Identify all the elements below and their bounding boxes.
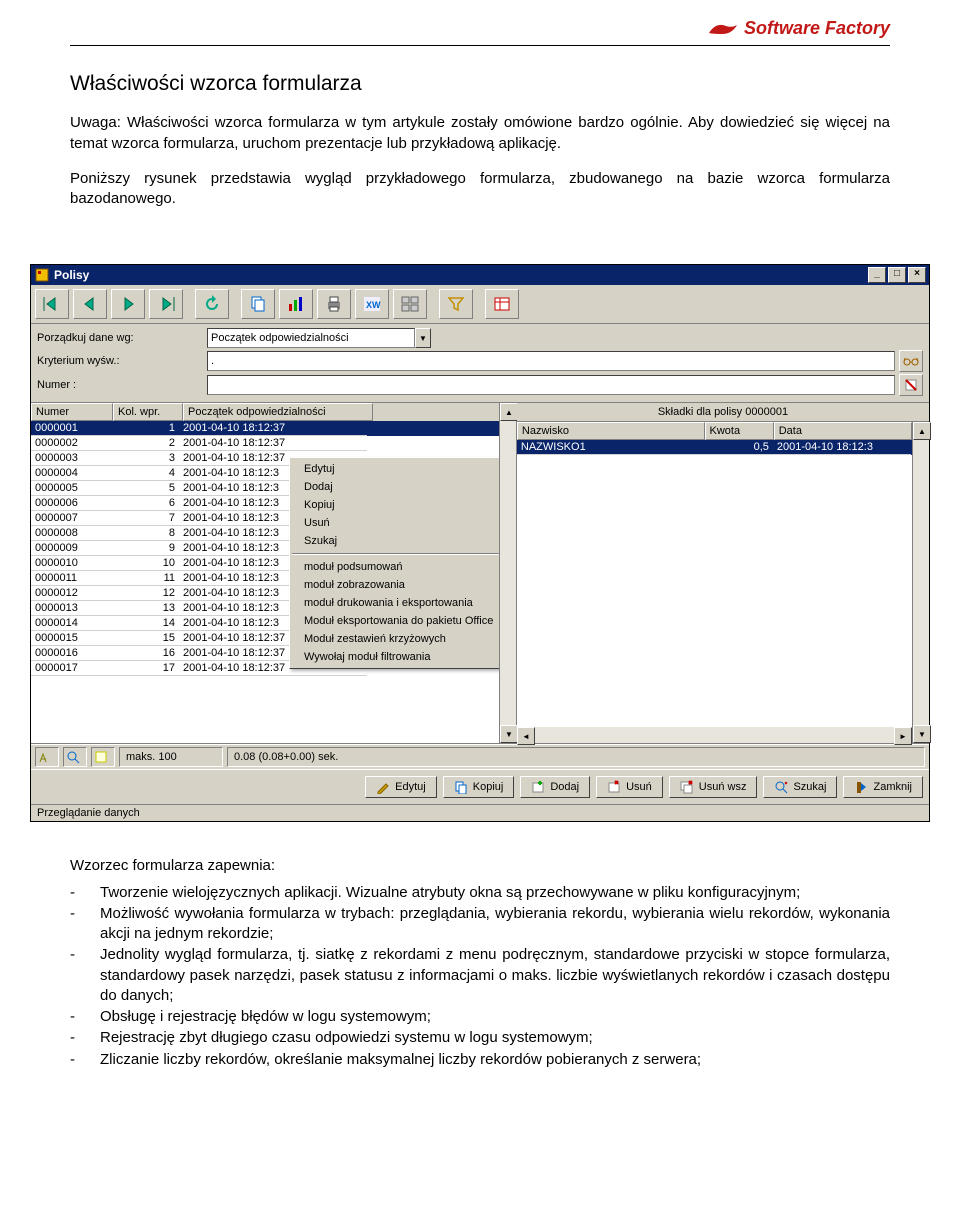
menu-item[interactable]: Szukaj bbox=[290, 532, 499, 550]
action-bar: Edytuj KopiujDodaj Usuń Usuń wszSzukaj Zamkn… bbox=[31, 769, 929, 804]
page-header: Software Factory bbox=[0, 0, 960, 43]
brand-text: Software Factory bbox=[744, 18, 890, 39]
footer-status: Przeglądanie danych bbox=[31, 804, 929, 821]
table-row[interactable]: 000000112001-04-10 18:12:37 bbox=[31, 421, 499, 436]
right-scroll-vertical[interactable]: ▲▼ bbox=[912, 422, 929, 743]
sort-dropdown-icon[interactable]: ▼ bbox=[415, 328, 431, 348]
nav-prev-button[interactable] bbox=[73, 289, 107, 319]
menu-item[interactable]: Wywołaj moduł filtrowania bbox=[290, 648, 499, 666]
status-maks: maks. 100 bbox=[119, 747, 223, 767]
refresh-button[interactable] bbox=[195, 289, 229, 319]
action-dodaj[interactable]: Dodaj bbox=[520, 776, 590, 798]
action-edytuj[interactable]: Edytuj bbox=[365, 776, 437, 798]
toolbar: XW bbox=[31, 285, 929, 324]
minimize-button[interactable]: _ bbox=[868, 267, 886, 283]
left-grid-body[interactable]: EdytujDodajKopiujUsuńSzukaj moduł podsumo… bbox=[31, 421, 499, 743]
context-menu[interactable]: EdytujDodajKopiujUsuńSzukaj moduł podsumo… bbox=[289, 457, 499, 669]
status-icon-1[interactable] bbox=[35, 747, 59, 767]
post-title: Wzorzec formularza zapewnia: bbox=[70, 856, 890, 876]
action-usuń-wsz[interactable]: Usuń wsz bbox=[669, 776, 758, 798]
left-grid-header[interactable]: NumerKol. wpr.Początek odpowiedzialności bbox=[31, 403, 499, 421]
section-title: Właściwości wzorca formularza bbox=[70, 70, 890, 98]
table-row[interactable]: 000000222001-04-10 18:12:37 bbox=[31, 436, 499, 451]
print-button[interactable] bbox=[317, 289, 351, 319]
clear-icon[interactable] bbox=[899, 374, 923, 396]
intro-paragraph-1: Uwaga: Właściwości wzorca formularza w t… bbox=[70, 113, 890, 154]
status-bar: maks. 100 0.08 (0.08+0.00) sek. bbox=[31, 744, 929, 769]
feature-item: -Rejestrację zbyt długiego czasu odpowie… bbox=[70, 1028, 890, 1048]
left-grid-pane: NumerKol. wpr.Początek odpowiedzialności… bbox=[31, 403, 517, 743]
feature-item: -Obsługę i rejestrację błędów w logu sys… bbox=[70, 1007, 890, 1027]
chart-button[interactable] bbox=[279, 289, 313, 319]
right-grid-body[interactable]: NAZWISKO10,52001-04-10 18:12:3 bbox=[517, 440, 912, 727]
close-button[interactable]: × bbox=[908, 267, 926, 283]
glasses-icon[interactable] bbox=[899, 350, 923, 372]
right-grid-header[interactable]: NazwiskoKwotaData bbox=[517, 422, 912, 440]
column-header[interactable]: Data bbox=[774, 422, 912, 440]
number-input[interactable] bbox=[207, 375, 895, 395]
feature-item: -Zliczanie liczby rekordów, określanie m… bbox=[70, 1050, 890, 1070]
svg-text:XW: XW bbox=[366, 300, 381, 310]
settings-button[interactable] bbox=[485, 289, 519, 319]
nav-first-button[interactable] bbox=[35, 289, 69, 319]
column-header[interactable]: Kwota bbox=[705, 422, 774, 440]
export-excel-button[interactable]: XW bbox=[355, 289, 389, 319]
menu-item[interactable]: Moduł zestawień krzyżowych bbox=[290, 630, 499, 648]
window-title: Polisy bbox=[54, 268, 89, 282]
app-window: Polisy _ □ × XW Porządkuj dane wg: Począ… bbox=[30, 264, 930, 822]
menu-item[interactable]: Usuń bbox=[290, 514, 499, 532]
pivot-button[interactable] bbox=[393, 289, 427, 319]
right-scroll-horizontal[interactable]: ◄► bbox=[517, 727, 912, 743]
left-scroll-vertical[interactable]: ▲▼ bbox=[499, 403, 516, 743]
menu-item[interactable]: moduł podsumowań bbox=[290, 558, 499, 576]
copy-button[interactable] bbox=[241, 289, 275, 319]
action-szukaj[interactable]: Szukaj bbox=[763, 776, 837, 798]
menu-item[interactable]: Dodaj bbox=[290, 478, 499, 496]
action-usuń[interactable]: Usuń bbox=[596, 776, 663, 798]
column-header[interactable]: Nazwisko bbox=[517, 422, 705, 440]
feature-item: -Możliwość wywołania formularza w trybac… bbox=[70, 904, 890, 945]
column-header[interactable]: Numer bbox=[31, 403, 113, 421]
titlebar[interactable]: Polisy _ □ × bbox=[31, 265, 929, 285]
sort-combo[interactable]: Początek odpowiedzialności bbox=[207, 328, 415, 348]
menu-item[interactable]: Moduł eksportowania do pakietu Office bbox=[290, 612, 499, 630]
column-header[interactable]: Początek odpowiedzialności bbox=[183, 403, 373, 421]
right-grid-pane: Składki dla polisy 0000001 NazwiskoKwota… bbox=[517, 403, 929, 743]
table-row[interactable]: NAZWISKO10,52001-04-10 18:12:3 bbox=[517, 440, 912, 455]
nav-last-button[interactable] bbox=[149, 289, 183, 319]
feature-item: -Tworzenie wielojęzycznych aplikacji. Wi… bbox=[70, 883, 890, 903]
menu-item[interactable]: Edytuj bbox=[290, 460, 499, 478]
number-label: Numer : bbox=[37, 379, 207, 391]
status-icon-note[interactable] bbox=[91, 747, 115, 767]
status-time: 0.08 (0.08+0.00) sek. bbox=[227, 747, 925, 767]
criteria-label: Kryterium wyśw.: bbox=[37, 355, 207, 367]
feature-list: -Tworzenie wielojęzycznych aplikacji. Wi… bbox=[70, 883, 890, 1070]
right-pane-title: Składki dla polisy 0000001 bbox=[517, 403, 929, 422]
menu-separator bbox=[292, 553, 499, 555]
column-header[interactable]: Kol. wpr. bbox=[113, 403, 183, 421]
bird-icon bbox=[708, 20, 738, 38]
action-zamknij[interactable]: Zamknij bbox=[843, 776, 923, 798]
intro-paragraph-2: Poniższy rysunek przedstawia wygląd przy… bbox=[70, 169, 890, 210]
menu-item[interactable]: moduł drukowania i eksportowania bbox=[290, 594, 499, 612]
menu-item[interactable]: Kopiuj bbox=[290, 496, 499, 514]
menu-item[interactable]: moduł zobrazowania bbox=[290, 576, 499, 594]
filter-button[interactable] bbox=[439, 289, 473, 319]
app-icon bbox=[34, 267, 50, 283]
maximize-button[interactable]: □ bbox=[888, 267, 906, 283]
action-kopiuj[interactable]: Kopiuj bbox=[443, 776, 515, 798]
sort-label: Porządkuj dane wg: bbox=[37, 332, 207, 344]
feature-item: -Jednolity wygląd formularza, tj. siatkę… bbox=[70, 945, 890, 1006]
criteria-input[interactable]: . bbox=[207, 351, 895, 371]
filter-panel: Porządkuj dane wg: Początek odpowiedzial… bbox=[31, 324, 929, 403]
status-icon-search[interactable] bbox=[63, 747, 87, 767]
nav-next-button[interactable] bbox=[111, 289, 145, 319]
